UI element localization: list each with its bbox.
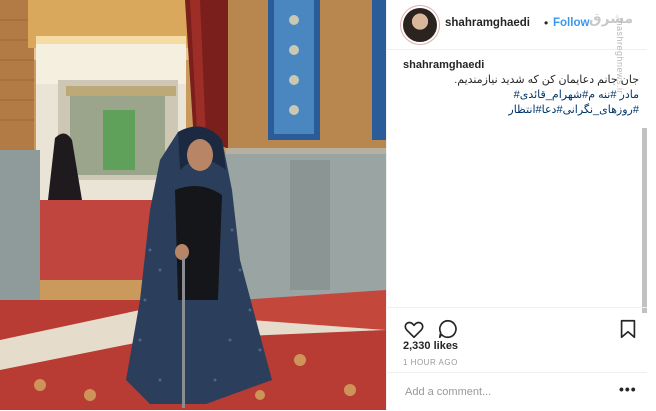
watermark-logo: مشرق bbox=[589, 10, 634, 26]
caption-text: جان جانم دعایمان کن که شدید نیازمندیم. bbox=[454, 74, 639, 86]
header-username[interactable]: shahramghaedi bbox=[445, 17, 530, 29]
comment-bar: ••• bbox=[387, 372, 647, 411]
more-options-icon[interactable]: ••• bbox=[619, 381, 637, 397]
bookmark-icon[interactable] bbox=[617, 318, 639, 340]
post-sidebar: shahramghaedi • Follow مشرق mashreghnews… bbox=[386, 0, 647, 410]
like-count[interactable]: 2,330 likes bbox=[403, 340, 458, 352]
comment-input[interactable] bbox=[403, 381, 607, 403]
heart-icon[interactable] bbox=[403, 318, 425, 340]
instagram-post: shahramghaedi • Follow مشرق mashreghnews… bbox=[0, 0, 647, 410]
caption-username[interactable]: shahramghaedi bbox=[403, 58, 639, 73]
post-caption: shahramghaedi جان جانم دعایمان کن که شدی… bbox=[403, 58, 639, 118]
scrollbar-thumb[interactable] bbox=[642, 128, 647, 313]
post-timestamp[interactable]: 1 HOUR AGO bbox=[403, 358, 458, 367]
photo-illustration bbox=[0, 0, 386, 410]
comment-bubble-icon[interactable] bbox=[437, 318, 459, 340]
caption-hashtags-line-1[interactable]: مادر #ننه م#شهرام_قائدی# bbox=[403, 88, 639, 103]
header-separator: • bbox=[544, 16, 549, 30]
avatar[interactable] bbox=[403, 8, 437, 42]
caption-hashtags-line-2[interactable]: #روزهای_نگرانی#دعا#انتظار bbox=[403, 103, 639, 118]
post-photo[interactable] bbox=[0, 0, 386, 410]
follow-button[interactable]: Follow bbox=[553, 17, 589, 29]
